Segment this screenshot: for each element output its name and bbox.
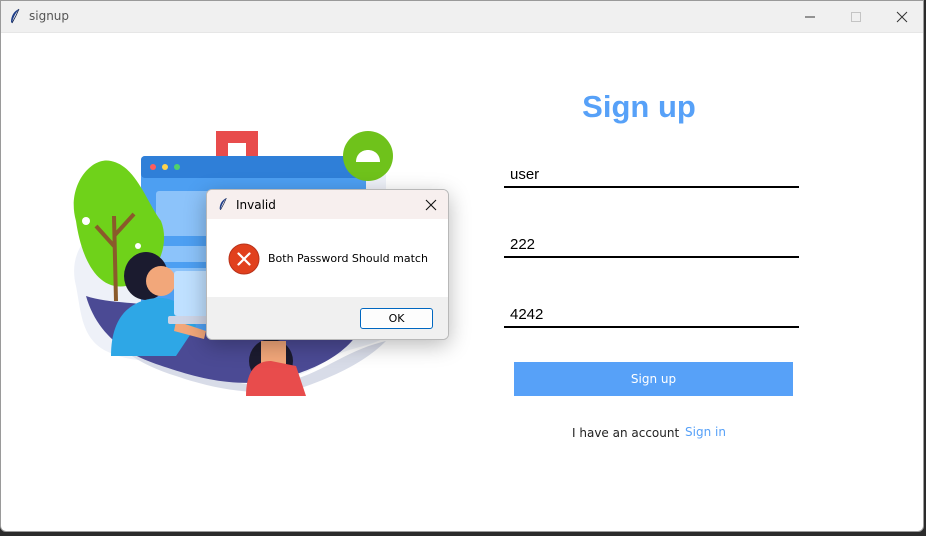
feather-icon — [219, 198, 227, 211]
window-title: signup — [29, 9, 70, 23]
close-icon — [896, 11, 908, 22]
password-field[interactable] — [504, 232, 799, 258]
maximize-button[interactable] — [833, 1, 879, 32]
maximize-icon — [851, 11, 861, 22]
dialog-body: Both Password Should match — [207, 219, 448, 297]
signup-button[interactable]: Sign up — [514, 362, 793, 396]
confirm-password-field[interactable] — [504, 302, 799, 328]
close-button[interactable] — [879, 1, 923, 32]
minimize-button[interactable] — [787, 1, 833, 32]
dialog-title: Invalid — [236, 198, 276, 212]
have-account-label: I have an account — [572, 426, 680, 440]
signup-window: signup Sign up user 222 4242 Sign up I h… — [0, 0, 924, 532]
dialog-footer: OK — [207, 297, 448, 339]
page-title: Sign up — [582, 89, 696, 124]
close-icon — [425, 199, 437, 211]
invalid-dialog: Invalid Both Password Should match OK — [206, 189, 449, 340]
error-icon — [228, 243, 260, 275]
dialog-close-button[interactable] — [421, 195, 441, 215]
dialog-message: Both Password Should match — [268, 252, 428, 265]
minimize-icon — [805, 16, 815, 17]
ok-button[interactable]: OK — [360, 308, 433, 329]
username-field[interactable] — [504, 162, 799, 188]
dialog-title-bar[interactable]: Invalid — [207, 190, 448, 219]
feather-icon — [11, 8, 20, 24]
signin-link[interactable]: Sign in — [685, 425, 726, 439]
title-bar[interactable]: signup — [1, 1, 923, 33]
